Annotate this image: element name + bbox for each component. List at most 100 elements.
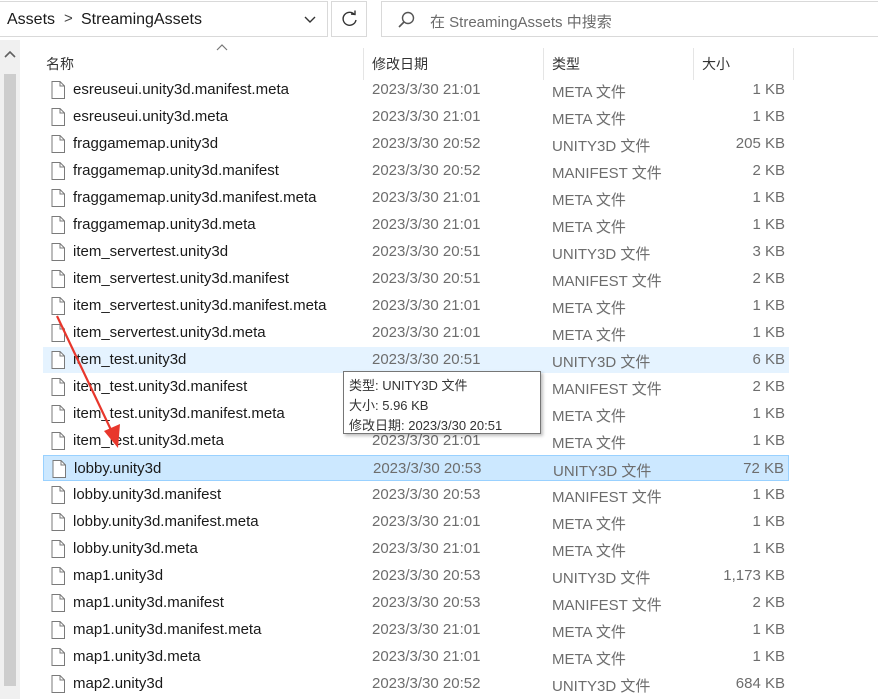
file-date: 2023/3/30 21:01 (372, 297, 481, 314)
navigation-pane-scrollbar[interactable] (0, 40, 20, 699)
column-divider[interactable] (363, 48, 364, 80)
file-row[interactable]: esreuseui.unity3d.manifest.meta 2023/3/30… (43, 77, 789, 103)
file-name: fraggamemap.unity3d.meta (73, 216, 256, 233)
file-icon (51, 675, 65, 693)
file-name: item_test.unity3d.manifest.meta (73, 405, 285, 422)
file-row[interactable]: esreuseui.unity3d.meta 2023/3/30 21:01 MET… (43, 104, 789, 130)
file-tooltip: 类型: UNITY3D 文件 大小: 5.96 KB 修改日期: 2023/3/… (343, 371, 541, 434)
file-type: UNITY3D 文件 (552, 138, 651, 155)
file-size: 1 KB (752, 216, 785, 233)
file-date: 2023/3/30 21:01 (372, 621, 481, 638)
file-date: 2023/3/30 20:52 (372, 135, 481, 152)
file-date: 2023/3/30 20:51 (372, 351, 481, 368)
file-date: 2023/3/30 20:52 (372, 675, 481, 692)
file-size: 1 KB (752, 297, 785, 314)
file-row[interactable]: fraggamemap.unity3d.meta 2023/3/30 21:01 M… (43, 212, 789, 238)
file-row[interactable]: item_servertest.unity3d.manifest 2023/3/3… (43, 266, 789, 292)
file-row[interactable]: fraggamemap.unity3d 2023/3/30 20:52 UNITY3… (43, 131, 789, 157)
file-type: META 文件 (552, 300, 626, 317)
file-size: 1 KB (752, 540, 785, 557)
file-icon (51, 648, 65, 666)
file-name: lobby.unity3d (74, 460, 162, 477)
file-row[interactable]: fraggamemap.unity3d.manifest.meta 2023/3/… (43, 185, 789, 211)
file-type: META 文件 (552, 192, 626, 209)
file-type: META 文件 (552, 111, 626, 128)
file-type: UNITY3D 文件 (552, 354, 651, 371)
file-type: META 文件 (552, 435, 626, 452)
file-type: META 文件 (552, 408, 626, 425)
file-type: MANIFEST 文件 (552, 597, 662, 614)
file-name: map1.unity3d.manifest (73, 594, 224, 611)
column-size[interactable]: 大小 (702, 54, 730, 74)
column-divider[interactable] (543, 48, 544, 80)
file-name: item_test.unity3d.manifest (73, 378, 248, 395)
refresh-button[interactable] (331, 1, 367, 37)
breadcrumb-streamingassets[interactable]: StreamingAssets (81, 11, 202, 29)
file-icon (51, 567, 65, 585)
column-divider[interactable] (793, 48, 794, 80)
file-row[interactable]: item_servertest.unity3d.meta 2023/3/30 21… (43, 320, 789, 346)
file-date: 2023/3/30 20:51 (372, 243, 481, 260)
file-name: item_servertest.unity3d (73, 243, 229, 260)
file-date: 2023/3/30 20:53 (372, 594, 481, 611)
file-size: 1 KB (752, 432, 785, 449)
breadcrumb-assets[interactable]: Assets (7, 11, 55, 29)
file-date: 2023/3/30 21:01 (372, 648, 481, 665)
file-icon (51, 405, 65, 423)
file-date: 2023/3/30 21:01 (372, 216, 481, 233)
column-name[interactable]: 名称 (46, 54, 74, 74)
file-date: 2023/3/30 21:01 (372, 432, 481, 449)
file-row[interactable]: map1.unity3d.manifest.meta 2023/3/30 21:0… (43, 617, 789, 643)
file-row[interactable]: lobby.unity3d.meta 2023/3/30 21:01 META 文件… (43, 536, 789, 562)
file-size: 1 KB (752, 189, 785, 206)
file-row[interactable]: lobby.unity3d.manifest 2023/3/30 20:53 MAN… (43, 482, 789, 508)
column-divider[interactable] (693, 48, 694, 80)
file-row[interactable]: map1.unity3d.manifest 2023/3/30 20:53 MANI… (43, 590, 789, 616)
file-type: MANIFEST 文件 (552, 489, 662, 506)
file-date: 2023/3/30 20:52 (372, 162, 481, 179)
file-row[interactable]: item_servertest.unity3d 2023/3/30 20:51 UN… (43, 239, 789, 265)
file-name: lobby.unity3d.meta (73, 540, 198, 557)
column-type[interactable]: 类型 (552, 54, 580, 74)
file-name: map1.unity3d.manifest.meta (73, 621, 262, 638)
tooltip-type: 类型: UNITY3D 文件 (349, 378, 468, 393)
file-type: UNITY3D 文件 (552, 678, 651, 695)
file-type: MANIFEST 文件 (552, 273, 662, 290)
file-name: lobby.unity3d.manifest.meta (73, 513, 259, 530)
file-size: 1 KB (752, 405, 785, 422)
file-icon (51, 135, 65, 153)
file-row[interactable]: item_servertest.unity3d.manifest.meta 202… (43, 293, 789, 319)
file-size: 2 KB (752, 378, 785, 395)
file-row[interactable]: map1.unity3d 2023/3/30 20:53 UNITY3D 文件 1,1… (43, 563, 789, 589)
file-row[interactable]: fraggamemap.unity3d.manifest 2023/3/30 20… (43, 158, 789, 184)
file-row[interactable]: item_test.unity3d 2023/3/30 20:51 UNITY3D … (43, 347, 789, 373)
file-icon (51, 297, 65, 315)
file-date: 2023/3/30 21:01 (372, 108, 481, 125)
address-bar[interactable]: Assets > StreamingAssets (0, 1, 328, 37)
file-name: item_servertest.unity3d.manifest (73, 270, 289, 287)
column-header: 名称 修改日期 类型 大小 (20, 40, 878, 80)
file-name: esreuseui.unity3d.meta (73, 108, 229, 125)
file-row[interactable]: map2.unity3d 2023/3/30 20:52 UNITY3D 文件 684… (43, 671, 789, 697)
file-size: 1 KB (752, 324, 785, 341)
file-row[interactable]: map1.unity3d.meta 2023/3/30 21:01 META 文件 1… (43, 644, 789, 670)
file-name: fraggamemap.unity3d (73, 135, 219, 152)
file-date: 2023/3/30 20:53 (372, 567, 481, 584)
file-row[interactable]: lobby.unity3d 2023/3/30 20:53 UNITY3D 文件 72… (43, 455, 789, 481)
scrollbar-thumb[interactable] (4, 74, 16, 686)
file-row[interactable]: lobby.unity3d.manifest.meta 2023/3/30 21:… (43, 509, 789, 535)
column-date[interactable]: 修改日期 (372, 54, 428, 74)
file-date: 2023/3/30 20:53 (373, 460, 482, 477)
search-input[interactable]: 在 StreamingAssets 中搜索 (430, 11, 612, 32)
scroll-up-icon[interactable] (3, 48, 17, 60)
file-size: 1 KB (752, 513, 785, 530)
file-name: item_test.unity3d (73, 351, 187, 368)
file-size: 1 KB (752, 621, 785, 638)
search-box[interactable]: 在 StreamingAssets 中搜索 (381, 1, 878, 37)
file-name: esreuseui.unity3d.manifest.meta (73, 81, 289, 98)
tooltip-date: 修改日期: 2023/3/30 20:51 (349, 418, 503, 433)
file-name: fraggamemap.unity3d.manifest.meta (73, 189, 317, 206)
file-size: 1 KB (752, 81, 785, 98)
chevron-down-icon[interactable] (300, 10, 320, 30)
file-size: 2 KB (752, 594, 785, 611)
